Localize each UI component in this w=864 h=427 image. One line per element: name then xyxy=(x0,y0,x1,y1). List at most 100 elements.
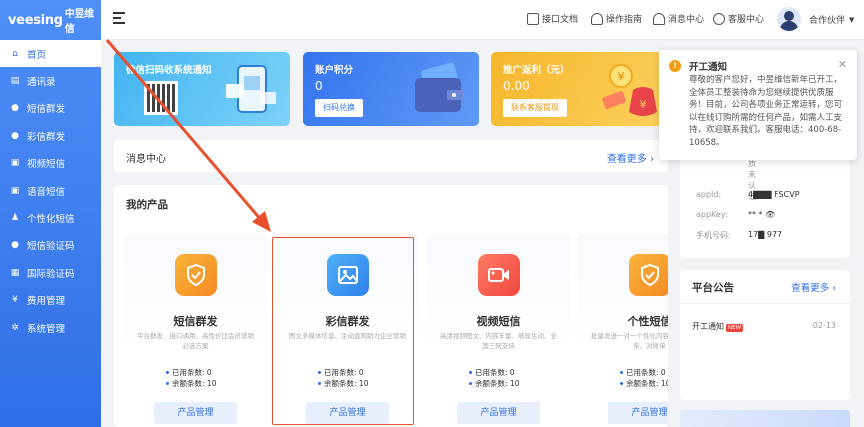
menu-toggle-icon[interactable] xyxy=(113,12,127,26)
mms-icon: ● xyxy=(11,130,19,141)
customer-service-link[interactable]: 客服中心 xyxy=(713,12,764,25)
announcements-title: 平台公告 xyxy=(692,282,734,294)
sidebar-item-contacts[interactable]: ▤ 通讯录 xyxy=(0,67,101,94)
hand-pointer-icon xyxy=(591,12,603,25)
sidebar-item-label: 通讯录 xyxy=(27,77,56,89)
popup-body: 尊敬的客户您好，中昱维信新年已开工，全体员工整装待命为您继续提供优质服务！目前，… xyxy=(689,75,843,148)
divider xyxy=(680,303,850,304)
remaining-count: 余额条数: 10 xyxy=(469,378,519,389)
chevron-right-icon: › xyxy=(832,283,836,294)
close-icon[interactable]: ✕ xyxy=(838,58,847,71)
sidebar-item-home[interactable]: ⌂ 首页 xyxy=(0,40,101,68)
points-value: 0 xyxy=(315,79,323,93)
annotation-highlight-box xyxy=(272,237,414,425)
sidebar-item-label: 系统管理 xyxy=(27,323,66,335)
rebate-banner: 推广返利（元） 0.00 联系客服提现 ¥ ¥ xyxy=(491,52,667,126)
chevron-down-icon: ▼ xyxy=(849,15,855,24)
product-card-clip: 个性短信 批量发送一对一个性化内容，适用于工资条、对账单 已用条数: 0 余额条… xyxy=(578,234,668,424)
user-menu[interactable]: 合作伙伴 ▼ xyxy=(809,13,855,27)
used-count: 已用条数: 0 xyxy=(620,367,666,378)
sidebar-item-label: 国际验证码 xyxy=(27,268,75,280)
redeem-button[interactable]: 扫码兑换 xyxy=(315,99,363,117)
new-badge: NEW xyxy=(726,324,744,332)
products-title: 我的产品 xyxy=(126,199,168,211)
sidebar: veesing 中昱维信 ⌂ 首页 ▤ 通讯录 ● 短信群发 ● 彩信群发 ▣ 视频短信 ▣… xyxy=(0,0,101,427)
sidebar-item-label: 语音短信 xyxy=(27,186,66,198)
sidebar-item-video-sms[interactable]: ▣ 视频短信 xyxy=(0,150,101,177)
message-center-title: 消息中心 xyxy=(126,154,166,165)
announcement-item[interactable]: 开工通知 NEW 02-13 xyxy=(692,321,836,332)
sidebar-item-international-code[interactable]: ▦ 国际验证码 xyxy=(0,259,101,286)
sidebar-item-label: 短信群发 xyxy=(27,104,66,116)
home-icon: ⌂ xyxy=(12,48,18,59)
used-count: 已用条数: 0 xyxy=(166,367,212,378)
sidebar-item-settings[interactable]: ✲ 系统管理 xyxy=(0,314,101,341)
sidebar-item-billing[interactable]: ¥ 费用管理 xyxy=(0,287,101,314)
appkey-value[interactable]: ** * 👁 xyxy=(748,210,775,219)
sidebar-item-label: 费用管理 xyxy=(27,296,66,308)
product-desc: 平台群发、接口调用、高性价比会员营销必选方案 xyxy=(137,332,254,350)
product-name: 个性短信 xyxy=(627,315,669,328)
product-name: 短信群发 xyxy=(173,315,218,328)
billing-icon: ¥ xyxy=(12,295,18,306)
wechat-notify-banner[interactable]: 微信扫码收系统通知 xyxy=(114,52,290,126)
user-name: 合作伙伴 xyxy=(809,16,846,26)
message-view-more-link[interactable]: 查看更多 › xyxy=(607,150,654,165)
contacts-icon: ▤ xyxy=(10,76,20,87)
settings-icon: ✲ xyxy=(11,322,19,333)
document-icon xyxy=(527,12,539,25)
brand-logo[interactable]: veesing 中昱维信 xyxy=(0,0,101,40)
personalized-sms-icon: ♟ xyxy=(10,213,20,224)
sidebar-item-label: 视频短信 xyxy=(27,159,66,171)
warning-icon: ! xyxy=(669,60,681,72)
guide-link[interactable]: 操作指南 xyxy=(591,12,642,25)
logo-text: veesing xyxy=(8,12,63,28)
shield-check-icon xyxy=(174,254,217,296)
announcement-title: 开工通知 xyxy=(692,322,724,331)
view-more-label: 查看更多 xyxy=(791,283,830,294)
video-sms-icon: ▣ xyxy=(10,158,20,169)
redeem-button-label: 扫码兑换 xyxy=(323,103,355,112)
product-name: 视频短信 xyxy=(476,315,521,328)
product-manage-button[interactable]: 产品管理 xyxy=(608,402,668,424)
message-center-label: 消息中心 xyxy=(668,15,705,25)
sidebar-item-verification-code[interactable]: ● 短信验证码 xyxy=(0,232,101,259)
message-center-link[interactable]: 消息中心 xyxy=(653,12,704,25)
wallet-illustration-icon xyxy=(415,62,463,112)
phone-illustration-icon xyxy=(226,65,276,113)
sidebar-item-voice-sms[interactable]: ▣ 语音短信 xyxy=(0,177,101,204)
rebate-title: 推广返利（元） xyxy=(503,65,570,76)
top-header: 接口文档 操作指南 消息中心 客服中心 合作伙伴 ▼ xyxy=(101,0,864,40)
international-code-icon: ▦ xyxy=(10,267,20,278)
product-manage-button[interactable]: 产品管理 xyxy=(457,402,540,424)
points-title: 账户积分 xyxy=(315,65,354,76)
sidebar-item-personalized-sms[interactable]: ♟ 个性化短信 xyxy=(0,204,101,231)
product-card-personalized-sms[interactable]: 个性短信 批量发送一对一个性化内容，适用于工资条、对账单 已用条数: 0 余额条… xyxy=(578,234,668,424)
sidebar-item-mms[interactable]: ● 彩信群发 xyxy=(0,122,101,149)
product-manage-button[interactable]: 产品管理 xyxy=(154,402,237,424)
avatar[interactable] xyxy=(777,7,801,31)
product-card-sms[interactable]: 短信群发 平台群发、接口调用、高性价比会员营销必选方案 已用条数: 0 余额条数… xyxy=(124,234,267,424)
sidebar-item-sms[interactable]: ● 短信群发 xyxy=(0,95,101,122)
remaining-count: 余额条数: 10 xyxy=(166,378,216,389)
money-bag-illustration-icon: ¥ ¥ xyxy=(602,64,657,116)
svg-text:¥: ¥ xyxy=(640,98,647,111)
announcement-date: 02-13 xyxy=(812,321,836,330)
logo-cn-text: 中昱维信 xyxy=(64,9,94,35)
qr-code xyxy=(144,81,178,115)
product-card-video-sms[interactable]: 视频短信 高清视频图文、内容丰富、展现生动、全国三网支持 已用条数: 0 余额条… xyxy=(427,234,570,424)
appkey-row: appKey: ** * 👁 xyxy=(696,210,776,219)
sidebar-item-label: 短信验证码 xyxy=(27,241,75,253)
phone-row: 手机号码: 17▇ 977 xyxy=(696,230,783,240)
account-info-panel: 质未认证 appId: 4▇▇▇ FSCVP appKey: ** * 👁 手机号码… xyxy=(680,148,850,258)
guide-label: 操作指南 xyxy=(606,15,643,25)
withdraw-button[interactable]: 联系客服提现 xyxy=(503,99,567,117)
announcements-panel: 平台公告 查看更多 › 开工通知 NEW 02-13 xyxy=(680,270,850,400)
shield-check-icon xyxy=(628,254,668,296)
customer-service-label: 客服中心 xyxy=(728,15,765,25)
verification-code-icon: ● xyxy=(11,240,19,251)
announcements-view-more-link[interactable]: 查看更多 › xyxy=(791,280,836,294)
popup-title: 开工通知 xyxy=(689,62,728,73)
api-docs-link[interactable]: 接口文档 xyxy=(527,12,578,25)
sidebar-item-label: 首页 xyxy=(27,49,47,61)
